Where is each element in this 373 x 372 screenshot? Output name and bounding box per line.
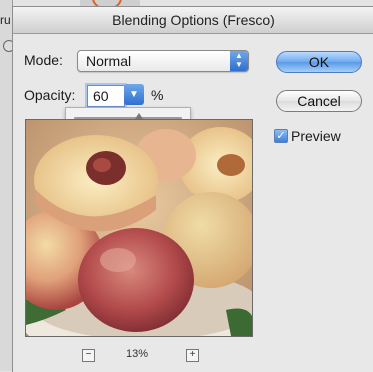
preview-label[interactable]: Preview <box>291 128 341 144</box>
cancel-button[interactable]: Cancel <box>276 90 362 112</box>
dialog-titlebar[interactable]: Blending Options (Fresco) <box>13 7 373 34</box>
plus-icon: + <box>189 349 196 360</box>
select-arrows-icon: ▲ ▼ <box>230 51 248 71</box>
mode-value: Normal <box>86 53 132 69</box>
mode-label: Mode: <box>24 52 63 68</box>
zoom-level: 13% <box>126 348 149 360</box>
ok-button[interactable]: OK <box>276 51 362 73</box>
opacity-value: 60 <box>93 88 109 104</box>
zoom-in-button[interactable]: + <box>186 349 199 362</box>
mode-select[interactable]: Normal ▲ ▼ <box>77 50 249 72</box>
preview-image <box>25 119 253 337</box>
minus-icon: − <box>85 349 92 360</box>
opacity-label: Opacity: <box>24 87 76 103</box>
opacity-dropdown-button[interactable]: ▼ <box>124 84 144 105</box>
peaches-image <box>26 120 252 336</box>
blending-options-dialog: Blending Options (Fresco) Mode: Normal ▲… <box>12 6 373 372</box>
chevron-down-icon: ▼ <box>129 89 139 100</box>
dialog-title: Blending Options (Fresco) <box>112 12 275 28</box>
opacity-input[interactable]: 60 <box>87 85 125 107</box>
background-text-fragment: ru <box>0 13 11 27</box>
checkmark-icon: ✓ <box>276 130 286 142</box>
opacity-unit: % <box>151 87 164 103</box>
zoom-out-button[interactable]: − <box>82 349 95 362</box>
preview-checkbox[interactable]: ✓ <box>274 129 288 143</box>
